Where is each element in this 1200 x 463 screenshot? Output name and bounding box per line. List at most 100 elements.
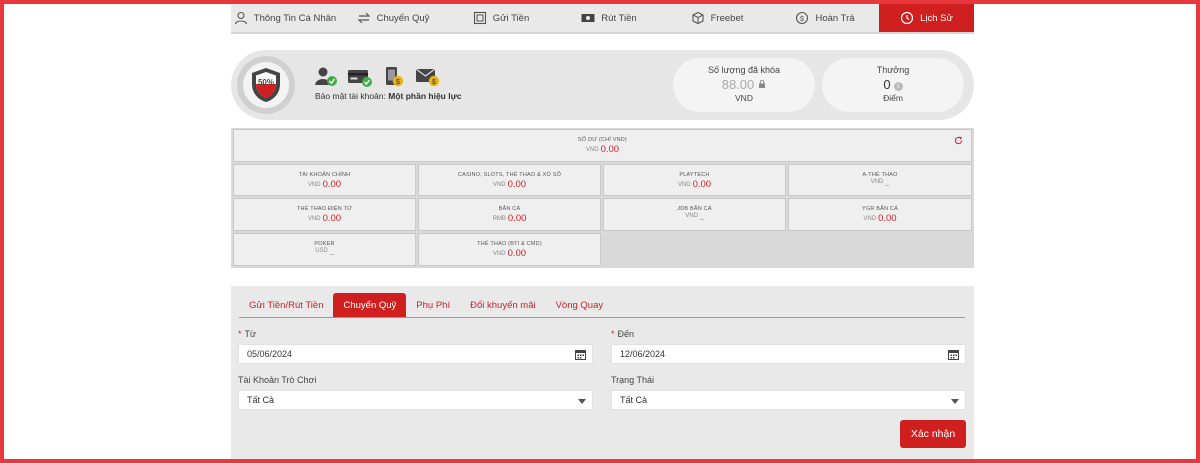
wallet-currency: VND	[685, 213, 698, 219]
locked-title: Số lượng đã khóa	[708, 65, 780, 75]
from-date-value: 05/06/2024	[247, 349, 293, 359]
to-label: * Đến	[611, 329, 635, 339]
nav-label: Hoàn Trả	[815, 12, 855, 24]
wallet-value: 0.00	[507, 213, 527, 224]
locked-unit: VND	[735, 93, 753, 103]
chevron-down-icon	[578, 399, 586, 404]
wallet-currency: VND	[307, 216, 321, 222]
chevron-down-icon	[951, 399, 959, 404]
wallet-label: THỂ THAO (BTI & CMD)	[477, 241, 542, 247]
security-status-value: Một phần hiệu lực	[388, 91, 462, 101]
history-tabs: Gửi Tiền/Rút Tiền Chuyển Quỹ Phụ Phí Đổi…	[239, 293, 965, 318]
nav-rebate[interactable]: $ Hoàn Trả	[771, 4, 879, 32]
user-icon	[234, 11, 247, 25]
security-meter: 50%	[237, 56, 295, 114]
wallet-cell: CASINO, SLOTS, THỂ THAO & XỔ SỐ VND 0.00	[418, 164, 601, 196]
svg-text:$: $	[396, 79, 400, 86]
nav-label: Freebet	[710, 12, 744, 24]
wallet-value: _	[699, 213, 704, 220]
wallet-label: BẮN CÁ	[498, 206, 521, 212]
nav-deposit[interactable]: Gửi Tiền	[447, 4, 555, 32]
wallet-cell: YGR BẮN CÁ VND 0.00	[788, 198, 972, 231]
to-date-input[interactable]: 12/06/2024	[611, 344, 966, 364]
tab-fees[interactable]: Phụ Phí	[406, 293, 460, 317]
wallet-value: _	[329, 248, 334, 255]
wallet-cell: A-THỂ THAO VND _	[788, 164, 972, 196]
wallet-currency: RMB	[492, 216, 506, 222]
wallet-cell: PLAYTECH VND 0.00	[603, 164, 786, 196]
from-date-input[interactable]: 05/06/2024	[238, 344, 593, 364]
tab-promotion[interactable]: Đổi khuyến mãi	[460, 293, 545, 317]
balance-label: SỐ DƯ (CHỈ VND)	[578, 137, 627, 143]
wallet-cell: TÀI KHOẢN CHÍNH VND 0.00	[233, 164, 416, 196]
wallet-label: JDB BẮN CÁ	[677, 206, 712, 212]
freebet-icon	[692, 11, 704, 25]
wallet-label: POKER	[314, 241, 335, 247]
wallet-cell: BẮN CÁ RMB 0.00	[418, 198, 601, 231]
verified-card-icon	[348, 70, 372, 87]
wallet-currency: USD	[315, 248, 328, 254]
wallet-value: 0.00	[507, 179, 527, 190]
confirm-button[interactable]: Xác nhận	[900, 420, 966, 448]
history-panel: Gửi Tiền/Rút Tiền Chuyển Quỹ Phụ Phí Đổi…	[231, 286, 974, 463]
wallet-label: PLAYTECH	[679, 172, 710, 178]
status-select[interactable]: Tất Cả	[611, 390, 966, 410]
wallet-cell: THỂ THAO (BTI & CMD) VND 0.00	[418, 233, 601, 266]
from-label: * Từ	[238, 329, 257, 339]
bonus-value: 0	[883, 77, 891, 92]
wallet-value: _	[885, 179, 890, 186]
deposit-icon	[473, 11, 486, 25]
balance-panel: SỐ DƯ (CHỈ VND) VND 0.00 TÀI KHOẢN CHÍNH …	[231, 128, 974, 268]
security-percent: 50%	[258, 78, 274, 87]
bonus-title: Thưởng	[876, 65, 910, 75]
wallet-label: A-THỂ THAO	[862, 172, 898, 178]
wallet-value: 0.00	[692, 179, 712, 190]
wallet-currency: VND	[492, 251, 506, 257]
security-icons: $ $	[313, 66, 441, 88]
rebate-icon: $	[796, 11, 809, 25]
status-value: Tất Cả	[620, 395, 648, 405]
info-icon[interactable]: i	[893, 82, 903, 91]
top-nav: Thông Tin Cá Nhân Chuyển Quỹ Gửi Tiền Rú…	[231, 4, 974, 34]
shield-icon: 50%	[252, 68, 280, 102]
transfer-icon	[357, 12, 371, 24]
status-label: Trạng Thái	[611, 375, 655, 385]
wallet-cell: THỂ THAO ĐIỆN TỬ VND 0.00	[233, 198, 416, 231]
balance-currency: VND	[585, 147, 599, 153]
nav-label: Thông Tin Cá Nhân	[253, 12, 337, 24]
bonus-unit: Điểm	[883, 93, 903, 103]
wallet-currency: VND	[870, 179, 884, 185]
wallet-value: 0.00	[322, 213, 342, 224]
refresh-icon[interactable]	[954, 136, 963, 145]
to-date-value: 12/06/2024	[620, 349, 666, 359]
wallet-currency: VND	[677, 182, 691, 188]
account-summary: 50% $ $ Bảo mật tài khoản: Một phần hiệu…	[231, 50, 974, 120]
game-account-select[interactable]: Tất Cả	[238, 390, 593, 410]
wallet-currency: VND	[863, 216, 877, 222]
locked-amount-card: Số lượng đã khóa 88.00 VND	[673, 58, 815, 112]
nav-label: Gửi Tiền	[492, 12, 530, 24]
lock-icon	[759, 80, 766, 88]
withdraw-icon	[581, 14, 595, 22]
wallet-currency: VND	[307, 182, 321, 188]
svg-text:$: $	[432, 79, 436, 86]
nav-history[interactable]: Lịch Sử	[879, 4, 974, 32]
wallet-currency: VND	[492, 182, 506, 188]
calendar-icon[interactable]	[948, 349, 959, 360]
history-icon	[901, 11, 914, 25]
mail-coin-icon: $	[415, 68, 440, 87]
calendar-icon[interactable]	[575, 349, 586, 360]
nav-personal-info[interactable]: Thông Tin Cá Nhân	[231, 4, 339, 32]
tab-transfer[interactable]: Chuyển Quỹ	[333, 293, 407, 317]
nav-withdraw[interactable]: Rút Tiền	[555, 4, 663, 32]
wallet-label: TÀI KHOẢN CHÍNH	[298, 172, 351, 178]
game-account-label: Tài Khoản Trò Chơi	[238, 375, 317, 385]
balance-value: 0.00	[600, 144, 620, 155]
nav-freebet[interactable]: Freebet	[663, 4, 771, 32]
game-account-value: Tất Cả	[247, 395, 275, 405]
tab-spin[interactable]: Vòng Quay	[546, 293, 614, 317]
verified-user-icon	[315, 67, 337, 86]
wallet-label: YGR BẮN CÁ	[862, 206, 898, 212]
tab-deposit-withdraw[interactable]: Gửi Tiền/Rút Tiền	[239, 293, 333, 317]
nav-transfer[interactable]: Chuyển Quỹ	[339, 4, 447, 32]
